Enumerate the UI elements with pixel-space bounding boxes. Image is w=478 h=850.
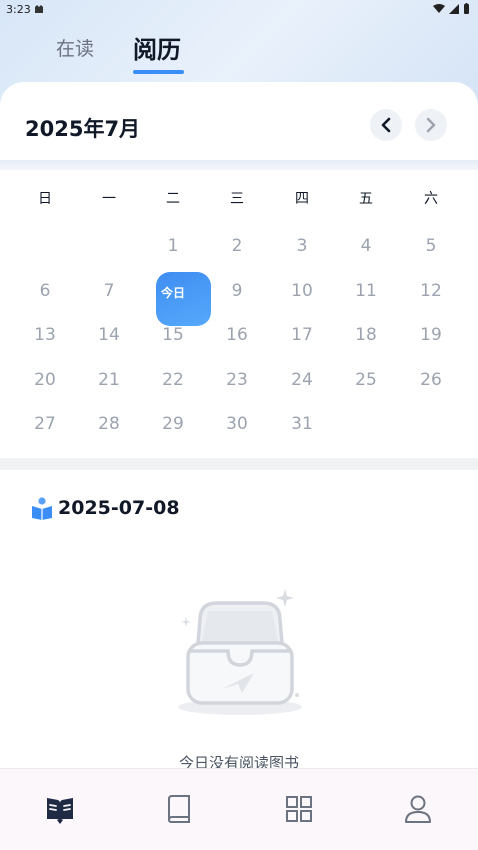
calendar-day[interactable]: 6 (13, 281, 77, 301)
calendar-day[interactable]: 27 (13, 414, 77, 434)
signal-icon (449, 3, 459, 14)
book-icon (168, 795, 190, 823)
calendar-day[interactable]: 26 (399, 370, 463, 390)
reading-person-icon (32, 497, 52, 520)
selected-date-row: 2025-07-08 (30, 496, 180, 520)
calendar-day[interactable]: 12 (399, 281, 463, 301)
calendar-day[interactable]: 15 (141, 325, 205, 345)
nav-bookshelf[interactable] (163, 793, 195, 825)
chevron-right-icon (426, 117, 436, 133)
android-notification-icon (35, 5, 43, 13)
calendar-day[interactable]: 2 (205, 236, 269, 256)
calendar-day[interactable]: 22 (141, 370, 205, 390)
tab-reading-history[interactable]: 阅历 (133, 30, 181, 65)
calendar-day[interactable]: 20 (13, 370, 77, 390)
calendar-day[interactable]: 17 (270, 325, 334, 345)
calendar-day[interactable]: 9 (205, 281, 269, 301)
status-icons (433, 3, 470, 14)
status-time: 3:23 (6, 3, 31, 16)
status-bar: 3:23 (0, 0, 478, 20)
selected-date: 2025-07-08 (58, 497, 180, 519)
active-tab-indicator (133, 70, 184, 74)
battery-icon (464, 3, 469, 14)
today-label: 今日 (161, 286, 186, 300)
weekday-label: 二 (166, 191, 180, 207)
top-tabs: 在读 阅历 (0, 30, 478, 80)
calendar-day[interactable]: 4 (334, 236, 398, 256)
calendar-day[interactable]: 7 (77, 281, 141, 301)
calendar-day[interactable]: 10 (270, 281, 334, 301)
calendar-day[interactable]: 29 (141, 414, 205, 434)
bottom-navigation (0, 768, 478, 850)
calendar-day[interactable]: 13 (13, 325, 77, 345)
wifi-icon (433, 3, 445, 13)
calendar-day[interactable]: 16 (205, 325, 269, 345)
nav-reading-history[interactable] (44, 793, 76, 825)
nav-profile[interactable] (402, 793, 434, 825)
calendar-day[interactable]: 28 (77, 414, 141, 434)
empty-inbox-icon (178, 589, 302, 715)
calendar-grid: 日 一 二 三 四 五 六 1 2 3 4 5 6 7 今日 9 10 11 1… (0, 170, 478, 458)
weekday-label: 三 (230, 191, 244, 207)
calendar-day[interactable]: 19 (399, 325, 463, 345)
calendar-day[interactable]: 3 (270, 236, 334, 256)
calendar-day[interactable]: 21 (77, 370, 141, 390)
weekday-label: 六 (424, 191, 438, 207)
calendar-day[interactable]: 24 (270, 370, 334, 390)
header-divider (0, 160, 478, 170)
weekday-label: 一 (102, 191, 116, 207)
weekday-label: 日 (38, 191, 52, 207)
calendar-day[interactable]: 11 (334, 281, 398, 301)
section-divider (0, 458, 478, 470)
calendar-day[interactable]: 30 (205, 414, 269, 434)
month-title: 2025年7月 (25, 117, 141, 141)
calendar-day[interactable]: 1 (141, 236, 205, 256)
calendar-day[interactable]: 18 (334, 325, 398, 345)
calendar-header: 2025年7月 (0, 82, 478, 162)
tab-reading[interactable]: 在读 (56, 34, 94, 61)
calendar-day[interactable]: 5 (399, 236, 463, 256)
calendar-day[interactable]: 31 (270, 414, 334, 434)
next-month-button[interactable] (415, 109, 447, 141)
previous-month-button[interactable] (370, 109, 402, 141)
weekday-label: 五 (359, 191, 373, 207)
today-cell[interactable]: 今日 (156, 272, 211, 326)
nav-categories[interactable] (283, 793, 315, 825)
chevron-left-icon (381, 117, 391, 133)
calendar-day[interactable]: 23 (205, 370, 269, 390)
calendar-day[interactable]: 25 (334, 370, 398, 390)
calendar-day[interactable]: 14 (77, 325, 141, 345)
weekday-label: 四 (295, 191, 309, 207)
user-icon (405, 795, 431, 823)
grid-icon (286, 796, 312, 822)
open-book-icon (47, 798, 73, 824)
